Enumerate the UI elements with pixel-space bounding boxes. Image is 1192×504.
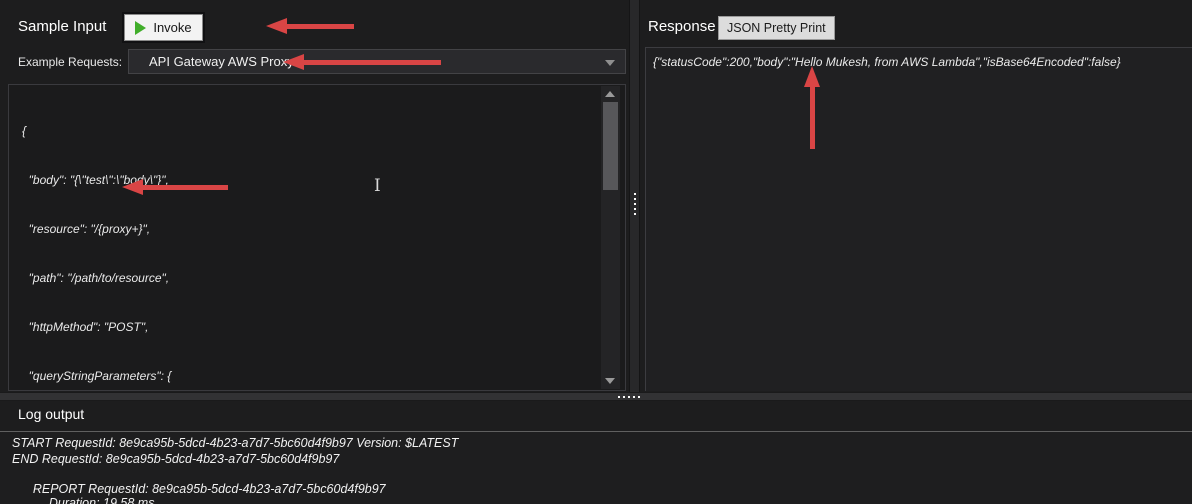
vertical-splitter[interactable] — [629, 0, 640, 392]
sample-input-title: Sample Input — [18, 18, 107, 35]
editor-scrollbar[interactable] — [601, 86, 620, 389]
horizontal-splitter[interactable] — [0, 392, 1192, 401]
splitter-grip-icon — [634, 193, 636, 215]
invoke-button[interactable]: Invoke — [124, 14, 203, 41]
log-output-title: Log output — [18, 406, 85, 422]
sample-input-editor[interactable]: { "body": "{\"test\":\"body\"}", "resour… — [8, 84, 626, 391]
chevron-down-icon — [605, 60, 615, 66]
log-line-start: START RequestId: 8e9ca95b-5dcd-4b23-a7d7… — [12, 436, 459, 450]
report-duration: Duration: 19.58 ms — [48, 496, 155, 504]
log-output-box[interactable]: START RequestId: 8e9ca95b-5dcd-4b23-a7d7… — [0, 431, 1192, 504]
json-pretty-print-label: JSON Pretty Print — [727, 21, 826, 35]
example-requests-selected-value: API Gateway AWS Proxy — [149, 54, 294, 69]
response-body: {"statusCode":200,"body":"Hello Mukesh, … — [653, 55, 1121, 69]
log-line-end: END RequestId: 8e9ca95b-5dcd-4b23-a7d7-5… — [12, 452, 340, 466]
response-title: Response — [648, 18, 716, 35]
response-output[interactable]: {"statusCode":200,"body":"Hello Mukesh, … — [645, 47, 1192, 391]
scroll-down-icon[interactable] — [605, 378, 615, 384]
log-line-report: REPORT RequestId: 8e9ca95b-5dcd-4b23-a7d… — [12, 468, 386, 504]
scroll-up-icon[interactable] — [605, 91, 615, 97]
red-arrow-invoke-icon — [266, 18, 354, 34]
report-request-id: REPORT RequestId: 8e9ca95b-5dcd-4b23-a7d… — [32, 482, 386, 496]
splitter-grip-icon — [618, 396, 640, 398]
example-requests-dropdown[interactable]: API Gateway AWS Proxy — [128, 49, 626, 74]
sample-input-json: { "body": "{\"test\":\"body\"}", "resour… — [22, 123, 172, 383]
invoke-button-label: Invoke — [153, 20, 192, 35]
lambda-test-tool-window: Sample Input Invoke Example Requests: AP… — [0, 0, 1192, 504]
play-icon — [135, 20, 147, 35]
json-pretty-print-button[interactable]: JSON Pretty Print — [718, 16, 835, 40]
scrollbar-thumb[interactable] — [603, 102, 618, 190]
example-requests-label: Example Requests: — [18, 55, 123, 69]
